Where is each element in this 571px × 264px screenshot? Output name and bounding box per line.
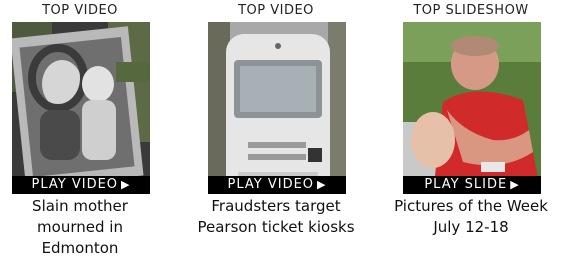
section-label: TOP SLIDESHOW — [413, 3, 529, 18]
slideshow-thumbnail[interactable] — [403, 22, 541, 194]
athlete-photo — [403, 22, 541, 194]
headline-line: Pearson ticket kiosks — [197, 218, 355, 236]
play-label: PLAY SLIDE — [424, 177, 508, 192]
ticket-kiosk-photo — [208, 22, 346, 194]
play-video-button[interactable]: PLAY VIDEO ▶ — [12, 176, 150, 194]
headline-link[interactable]: Fraudsters target Pearson ticket kiosks — [196, 196, 356, 238]
headline-link[interactable]: Pictures of the Week July 12-18 — [391, 196, 551, 238]
headline-line: Slain mother — [32, 197, 128, 215]
video-thumbnail[interactable] — [12, 22, 150, 194]
mother-child-photo — [12, 22, 150, 194]
media-strip: TOP VIDEO PLAY VIDEO ▶ Slain mother mourn… — [0, 0, 571, 264]
play-slide-button[interactable]: PLAY SLIDE ▶ — [403, 176, 541, 194]
section-label: TOP VIDEO — [238, 3, 314, 18]
play-arrow-icon: ▶ — [510, 178, 520, 191]
video-thumbnail[interactable] — [208, 22, 346, 194]
play-label: PLAY VIDEO — [31, 177, 119, 192]
headline-line: July 12-18 — [433, 218, 509, 236]
section-label: TOP VIDEO — [42, 3, 118, 18]
headline-line: mourned in — [37, 218, 123, 236]
play-video-button[interactable]: PLAY VIDEO ▶ — [208, 176, 346, 194]
headline-link[interactable]: Slain mother mourned in Edmonton — [0, 196, 160, 259]
play-arrow-icon: ▶ — [317, 178, 327, 191]
headline-line: Edmonton — [41, 239, 119, 257]
headline-line: Fraudsters target — [211, 197, 341, 215]
play-label: PLAY VIDEO — [227, 177, 315, 192]
play-arrow-icon: ▶ — [121, 178, 131, 191]
headline-line: Pictures of the Week — [394, 197, 548, 215]
